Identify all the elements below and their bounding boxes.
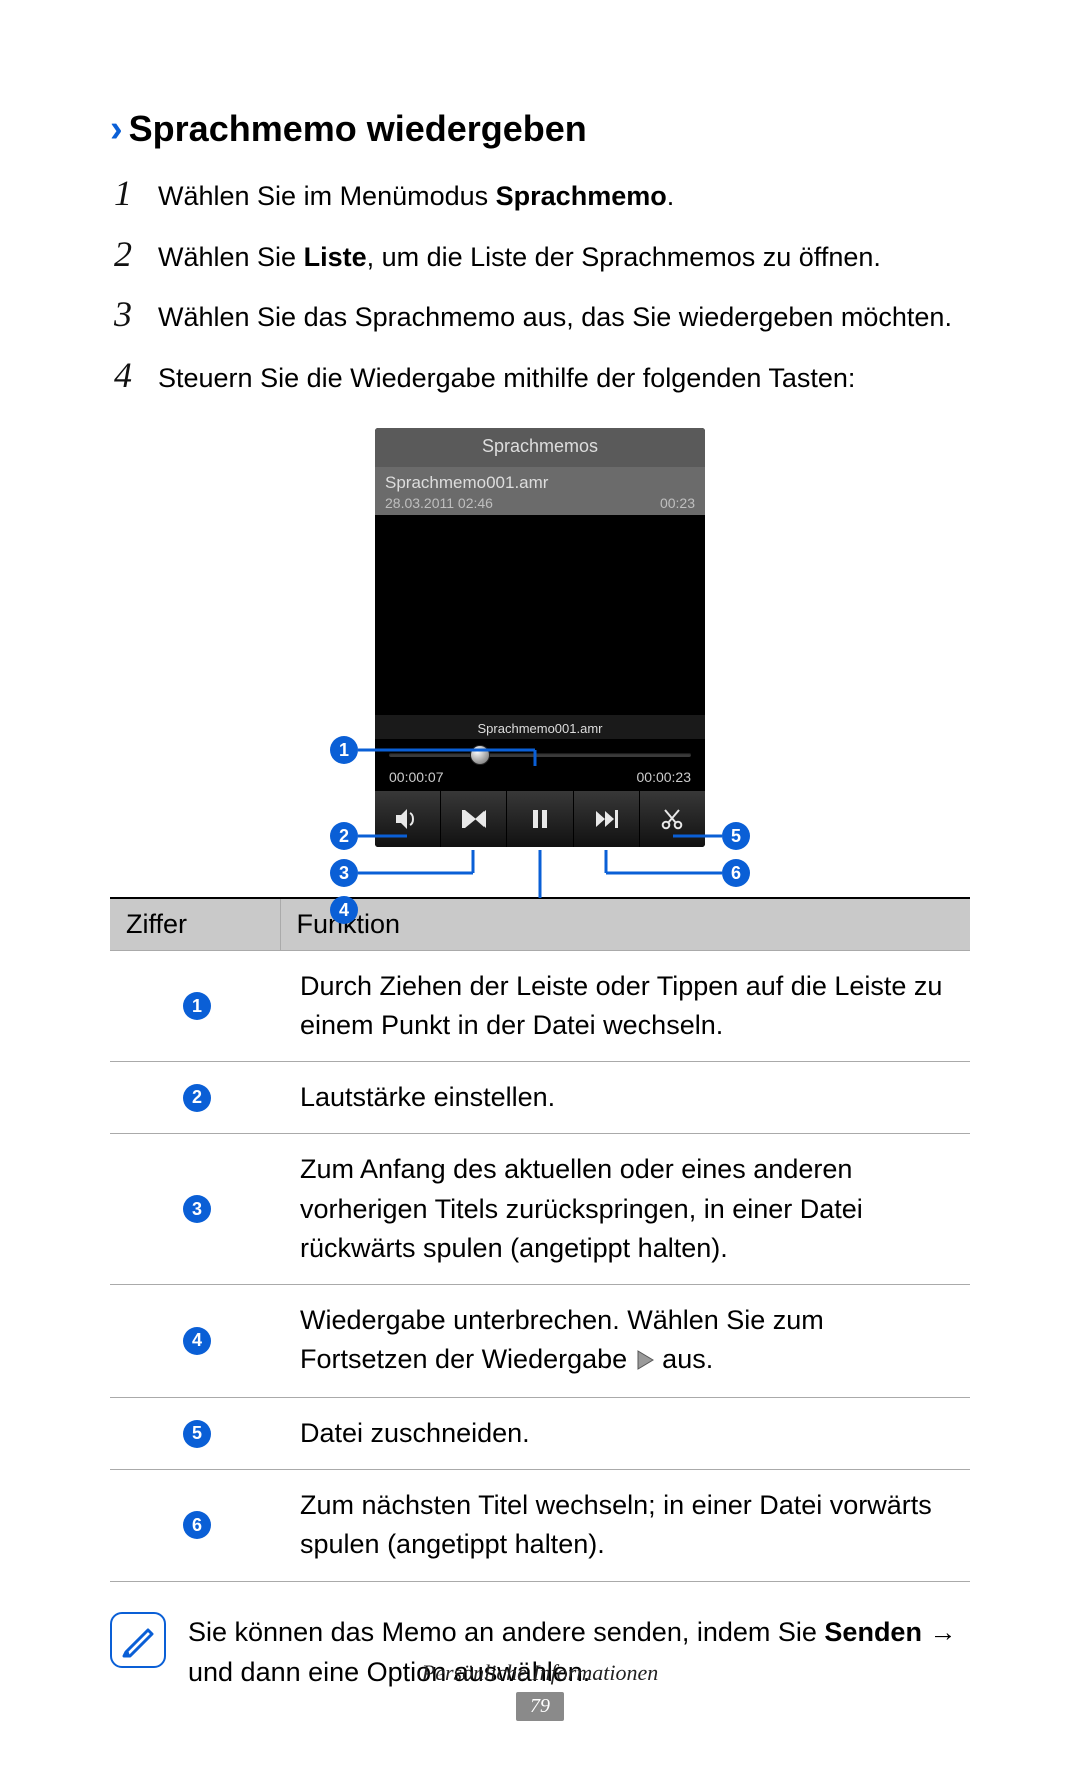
function-desc: Lautstärke einstellen. — [280, 1062, 970, 1134]
function-desc: Durch Ziehen der Leiste oder Tippen auf … — [280, 951, 970, 1062]
step-text: Wählen Sie das Sprachmemo aus, das Sie w… — [158, 295, 970, 338]
callout-4: 4 — [330, 896, 358, 924]
callout-2: 2 — [183, 1084, 211, 1112]
device-screenshot: Sprachmemos Sprachmemo001.amr 28.03.2011… — [330, 428, 750, 847]
callout-6: 6 — [722, 859, 750, 887]
step-number: 3 — [110, 295, 136, 338]
table-row: 3 Zum Anfang des aktuellen oder eines an… — [110, 1134, 970, 1284]
section-name: Persönliche Informationen — [0, 1660, 1080, 1686]
function-desc: Zum nächsten Titel wechseln; in einer Da… — [280, 1470, 970, 1581]
table-row: 1 Durch Ziehen der Leiste oder Tippen au… — [110, 951, 970, 1062]
step-text: Wählen Sie im Menümodus Sprachmemo. — [158, 174, 970, 217]
step-3: 3 Wählen Sie das Sprachmemo aus, das Sie… — [110, 295, 970, 338]
volume-button[interactable] — [375, 791, 440, 847]
col-ziffer: Ziffer — [110, 898, 280, 951]
table-row: 4 Wiedergabe unterbrechen. Wählen Sie zu… — [110, 1284, 970, 1397]
pause-button[interactable] — [506, 791, 572, 847]
total-time: 00:00:23 — [637, 769, 692, 785]
elapsed-time: 00:00:07 — [389, 769, 444, 785]
callout-5: 5 — [183, 1420, 211, 1448]
chevron-right-icon: › — [110, 110, 123, 148]
step-number: 1 — [110, 174, 136, 217]
callout-6: 6 — [183, 1511, 211, 1539]
callout-3: 3 — [330, 859, 358, 887]
file-name: Sprachmemo001.amr — [385, 473, 695, 493]
callout-1: 1 — [330, 736, 358, 764]
function-desc: Wiedergabe unterbrechen. Wählen Sie zum … — [280, 1284, 970, 1397]
function-table: Ziffer Funktion 1 Durch Ziehen der Leist… — [110, 897, 970, 1582]
col-funktion: Funktion — [280, 898, 970, 951]
file-header: Sprachmemo001.amr 28.03.2011 02:46 00:23 — [375, 467, 705, 515]
step-number: 4 — [110, 356, 136, 399]
callout-1: 1 — [183, 992, 211, 1020]
page-footer: Persönliche Informationen 79 — [0, 1660, 1080, 1721]
step-1: 1 Wählen Sie im Menümodus Sprachmemo. — [110, 174, 970, 217]
now-playing-label: Sprachmemo001.amr — [375, 715, 705, 739]
table-row: 6 Zum nächsten Titel wechseln; in einer … — [110, 1470, 970, 1581]
seek-bar[interactable] — [389, 745, 691, 765]
page-number: 79 — [516, 1692, 564, 1721]
heading-text: Sprachmemo wiedergeben — [129, 108, 587, 150]
step-text: Wählen Sie Liste, um die Liste der Sprac… — [158, 235, 970, 278]
previous-button[interactable] — [440, 791, 506, 847]
seek-thumb-icon[interactable] — [470, 745, 490, 765]
step-2: 2 Wählen Sie Liste, um die Liste der Spr… — [110, 235, 970, 278]
file-duration: 00:23 — [660, 495, 695, 511]
step-text: Steuern Sie die Wiedergabe mithilfe der … — [158, 356, 970, 399]
table-row: 2 Lautstärke einstellen. — [110, 1062, 970, 1134]
step-number: 2 — [110, 235, 136, 278]
trim-button[interactable] — [639, 791, 705, 847]
display-area — [375, 515, 705, 715]
file-date: 28.03.2011 02:46 — [385, 495, 493, 511]
device-title: Sprachmemos — [375, 428, 705, 467]
play-icon — [635, 1342, 655, 1381]
step-4: 4 Steuern Sie die Wiedergabe mithilfe de… — [110, 356, 970, 399]
next-button[interactable] — [573, 791, 639, 847]
callout-4: 4 — [183, 1327, 211, 1355]
callout-5: 5 — [722, 822, 750, 850]
function-desc: Datei zuschneiden. — [280, 1398, 970, 1470]
table-row: 5 Datei zuschneiden. — [110, 1398, 970, 1470]
callout-2: 2 — [330, 822, 358, 850]
callout-3: 3 — [183, 1195, 211, 1223]
function-desc: Zum Anfang des aktuellen oder eines ande… — [280, 1134, 970, 1284]
section-heading: › Sprachmemo wiedergeben — [110, 108, 970, 150]
